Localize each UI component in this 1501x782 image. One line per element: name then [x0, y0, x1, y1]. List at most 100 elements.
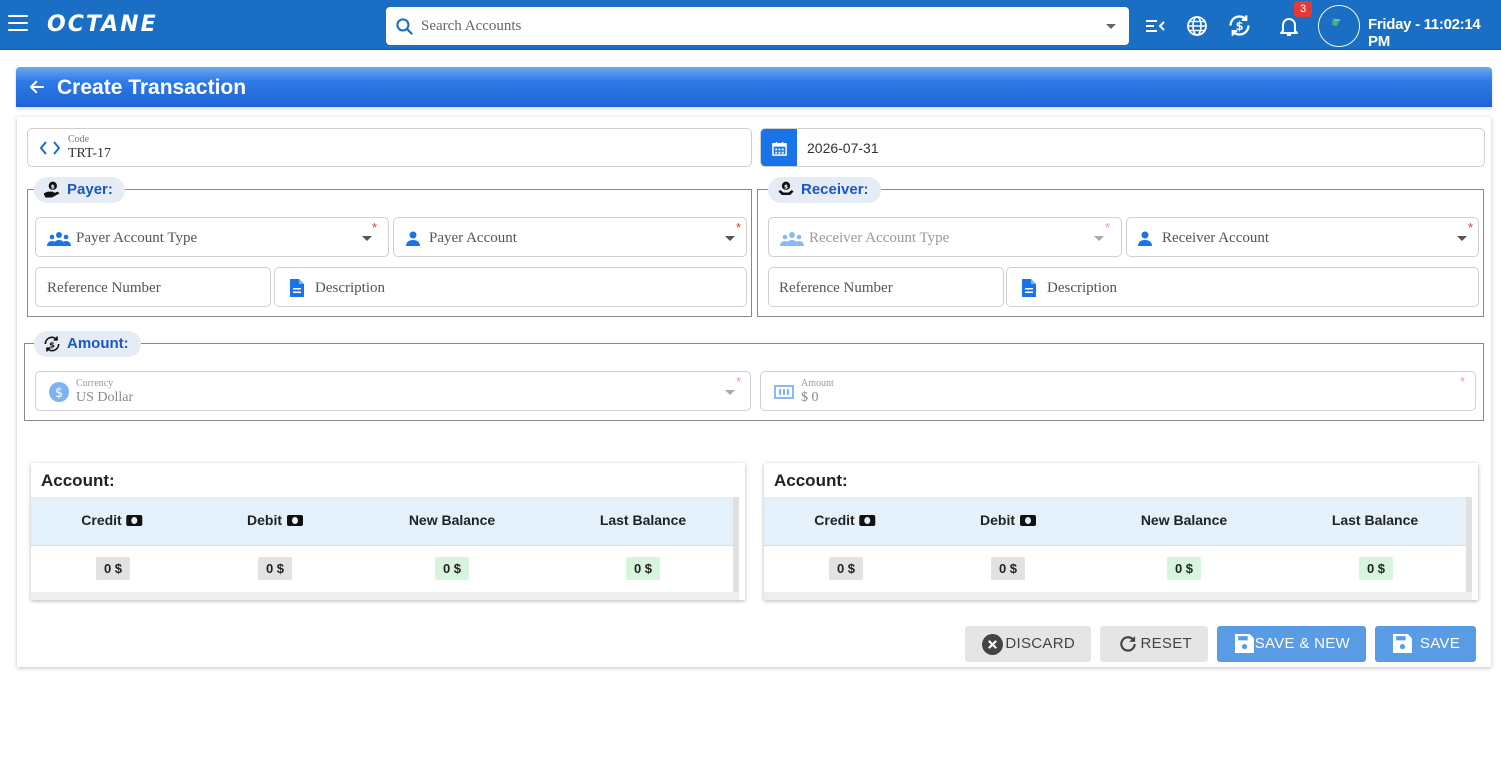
hand-money-icon: $: [43, 181, 60, 198]
calendar-icon: [772, 141, 787, 156]
svg-text:$: $: [55, 386, 63, 401]
amount-legend: $ Amount:: [34, 331, 141, 357]
money-bill-icon: [774, 385, 794, 399]
last-balance-column-header: Last Balance: [599, 512, 687, 528]
receiver-reference-input[interactable]: Reference Number: [768, 267, 1004, 307]
page-header: Create Transaction: [16, 67, 1492, 107]
last-balance-value: 0 $: [625, 557, 661, 580]
receiver-legend-text: Receiver:: [801, 181, 869, 198]
payer-account-type-select[interactable]: Payer Account Type *: [35, 217, 389, 257]
payer-account-type-placeholder: Payer Account Type: [76, 230, 198, 246]
document-icon: [1022, 279, 1036, 297]
new-balance-value: 0 $: [1166, 557, 1202, 580]
amount-input[interactable]: Amount $ 0 *: [760, 371, 1476, 411]
svg-text:$: $: [784, 184, 788, 190]
save-and-new-button[interactable]: SAVE & NEW: [1217, 626, 1366, 662]
currency-exchange-icon[interactable]: $: [1226, 12, 1253, 39]
cash-icon: [287, 515, 303, 526]
account-summary-header: Credit Debit New Balance Last Balance: [31, 497, 739, 545]
amount-legend-text: Amount:: [67, 335, 129, 352]
required-mark: *: [1105, 220, 1111, 235]
debit-value: 0 $: [990, 557, 1026, 580]
document-icon: [290, 279, 304, 297]
hamburger-menu-icon[interactable]: [8, 15, 28, 35]
vertical-scrollbar[interactable]: [733, 497, 739, 592]
top-app-bar: OCTANE $ 3 Friday - 11:02:14 PM: [0, 0, 1501, 50]
group-users-icon: [47, 232, 71, 246]
discard-button-label: DISCARD: [1005, 635, 1075, 652]
payer-description-placeholder: Description: [315, 280, 385, 296]
payer-legend: $ Payer:: [34, 177, 125, 203]
new-balance-column-header: New Balance: [1140, 512, 1228, 528]
chevron-down-icon: [725, 390, 735, 395]
horizontal-scrollbar[interactable]: [764, 592, 1472, 600]
payer-reference-placeholder: Reference Number: [47, 280, 161, 296]
currency-label: Currency: [76, 378, 114, 389]
vertical-scrollbar[interactable]: [1466, 497, 1472, 592]
credit-value: 0 $: [95, 557, 131, 580]
debit-value: 0 $: [257, 557, 293, 580]
receiver-account-type-select[interactable]: Receiver Account Type *: [768, 217, 1122, 257]
payer-account-select[interactable]: Payer Account *: [393, 217, 747, 257]
date-field[interactable]: 2026-07-31: [760, 128, 1485, 167]
payer-account-placeholder: Payer Account: [429, 230, 517, 246]
hand-money-icon: $: [778, 181, 794, 195]
chevron-down-icon: [362, 236, 372, 241]
reset-button[interactable]: RESET: [1100, 626, 1208, 662]
globe-language-icon[interactable]: [1185, 14, 1209, 38]
chevron-down-icon: [1457, 236, 1467, 241]
debit-column-header: Debit: [980, 512, 1036, 528]
user-avatar[interactable]: [1318, 5, 1360, 47]
floppy-save-icon: [1235, 634, 1254, 653]
receiver-description-placeholder: Description: [1047, 280, 1117, 296]
receiver-description-input[interactable]: Description: [1006, 267, 1479, 307]
code-label: Code: [68, 134, 90, 145]
chevron-down-icon: [1094, 236, 1104, 241]
reset-button-label: RESET: [1140, 635, 1192, 652]
required-mark: *: [736, 220, 742, 235]
account-summary-header: Credit Debit New Balance Last Balance: [764, 497, 1472, 545]
required-mark: *: [1460, 374, 1466, 389]
account-search[interactable]: [386, 7, 1129, 45]
currency-select[interactable]: $ Currency US Dollar *: [35, 371, 751, 411]
horizontal-scrollbar[interactable]: [31, 592, 739, 600]
debit-column-header: Debit: [247, 512, 303, 528]
page-title: Create Transaction: [57, 76, 247, 99]
new-balance-value: 0 $: [434, 557, 470, 580]
save-button[interactable]: SAVE: [1375, 626, 1476, 662]
receiver-legend: $ Receiver:: [768, 177, 881, 203]
save-button-label: SAVE: [1419, 635, 1460, 652]
code-brackets-icon: [40, 141, 60, 155]
svg-text:$: $: [1236, 20, 1244, 33]
chevron-down-icon[interactable]: [1106, 24, 1116, 29]
date-value: 2026-07-31: [807, 140, 879, 156]
collapse-menu-icon[interactable]: [1143, 14, 1167, 38]
required-mark: *: [372, 220, 378, 235]
payer-legend-text: Payer:: [67, 181, 113, 198]
payer-reference-input[interactable]: Reference Number: [35, 267, 271, 307]
app-logo[interactable]: OCTANE: [47, 12, 158, 37]
code-field[interactable]: Code TRT-17: [27, 128, 752, 167]
svg-text:$: $: [49, 339, 55, 349]
receiver-account-type-placeholder: Receiver Account Type: [809, 230, 950, 246]
payer-description-input[interactable]: Description: [274, 267, 747, 307]
dollar-coin-icon: $: [49, 382, 69, 402]
last-balance-column-header: Last Balance: [1331, 512, 1419, 528]
receiver-reference-placeholder: Reference Number: [779, 280, 893, 296]
calendar-button[interactable]: [761, 129, 797, 166]
cash-icon: [126, 515, 143, 526]
back-arrow-icon[interactable]: [28, 78, 46, 96]
last-balance-value: 0 $: [1358, 557, 1394, 580]
svg-text:$: $: [51, 184, 55, 190]
discard-button[interactable]: DISCARD: [965, 626, 1091, 662]
notifications-bell-icon[interactable]: [1277, 14, 1301, 38]
search-icon: [396, 18, 413, 35]
currency-value: US Dollar: [76, 390, 134, 405]
required-mark: *: [736, 374, 742, 389]
credit-value: 0 $: [828, 557, 864, 580]
credit-column-header: Credit: [814, 512, 876, 528]
receiver-account-select[interactable]: Receiver Account *: [1126, 217, 1479, 257]
amount-label: Amount: [801, 378, 834, 389]
amount-value: $ 0: [801, 390, 819, 405]
search-input[interactable]: [421, 7, 1101, 45]
